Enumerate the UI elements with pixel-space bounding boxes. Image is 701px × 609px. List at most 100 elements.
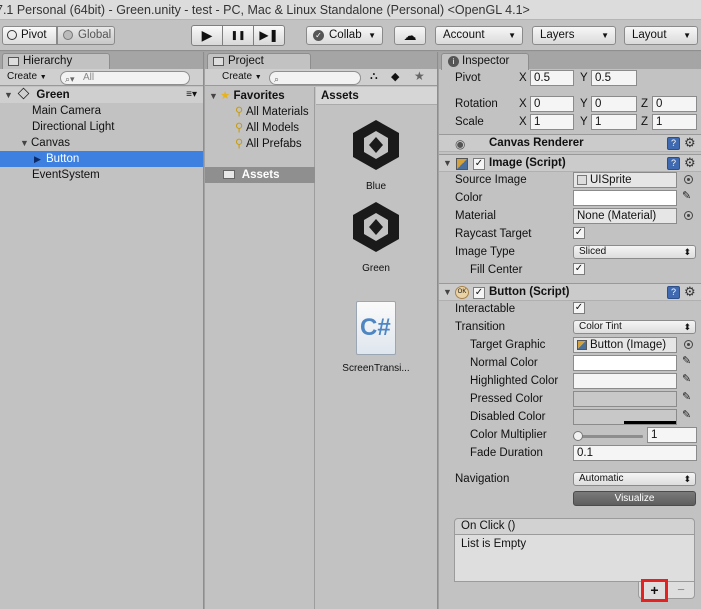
help-icon[interactable]: ? [667,137,680,150]
expand-triangle-icon[interactable]: ▼ [443,287,454,297]
image-enabled-checkbox[interactable]: ✓ [473,158,485,170]
scene-menu-icon[interactable]: ≡▾ [186,87,197,103]
list-item[interactable]: ⚲ All Prefabs [235,136,302,152]
layers-label: Layers [540,29,575,41]
material-field[interactable]: None (Material) [573,208,677,224]
tab-project[interactable]: Project [207,53,311,70]
visualize-button[interactable]: Visualize [573,491,696,506]
fill-center-checkbox[interactable]: ✓ [573,263,585,275]
pivot-icon [7,30,17,40]
step-button[interactable]: ▶❚ [253,25,285,46]
pause-button[interactable]: ❚❚ [222,25,254,46]
collab-dropdown[interactable]: ✓ Collab ▼ [306,26,383,45]
object-picker-icon[interactable] [684,211,693,220]
tab-hierarchy[interactable]: Hierarchy [2,53,110,70]
list-item[interactable]: ▼ Canvas [20,135,70,151]
filter-label-icon[interactable]: ◆ [391,70,399,83]
check-circle-icon: ✓ [313,30,324,41]
button-script-header[interactable]: ▼ OK ✓ Button (Script) ? ⚙ [439,283,701,301]
normal-color-swatch[interactable] [573,355,677,371]
add-listener-button[interactable]: + [641,579,668,602]
info-icon: i [448,56,459,67]
object-picker-icon[interactable] [684,340,693,349]
color-swatch[interactable] [573,190,677,206]
image-script-header[interactable]: ▼ ✓ Image (Script) ? ⚙ [439,154,701,172]
tab-inspector[interactable]: i Inspector [441,53,529,70]
eyedropper-icon[interactable]: ✎ [682,408,691,421]
project-create-button[interactable]: Create ▼ [217,71,269,84]
account-dropdown[interactable]: Account ▼ [435,26,523,45]
favorites-row[interactable]: ▼ ★ Favorites [209,88,285,104]
scene-row[interactable]: ▼ Green ≡▾ [0,87,203,103]
fade-duration-field[interactable]: 0.1 [573,445,697,461]
list-item[interactable]: ⚲ All Materials [235,104,309,120]
help-icon[interactable]: ? [667,286,680,299]
gear-icon[interactable]: ⚙ [684,155,696,171]
source-image-value: UISprite [590,174,632,186]
global-toggle-button[interactable]: Global [57,26,115,45]
target-graphic-field[interactable]: Button (Image) [573,337,677,353]
list-item[interactable]: Directional Light [32,119,114,135]
scale-z-field[interactable]: 1 [652,114,697,130]
remove-listener-button[interactable]: − [671,582,691,598]
assets-folder-row[interactable]: Assets [205,167,315,183]
color-multiplier-slider[interactable] [573,430,643,442]
source-image-field[interactable]: UISprite [573,172,677,188]
canvas-renderer-header[interactable]: ◉ Canvas Renderer ? ⚙ [439,134,701,152]
image-type-label: Image Type [455,246,515,258]
collapsed-triangle-icon[interactable]: ▶ [34,151,45,167]
asset-tile[interactable]: Blue [336,117,416,197]
expand-triangle-icon[interactable]: ▼ [20,135,31,151]
eyedropper-icon[interactable]: ✎ [682,372,691,385]
pivot-x-field[interactable]: 0.5 [530,70,574,86]
scale-x-field[interactable]: 1 [530,114,574,130]
image-type-dropdown[interactable]: Sliced ⬍ [573,245,696,259]
navigation-dropdown[interactable]: Automatic ⬍ [573,472,696,486]
expand-triangle-icon[interactable]: ▼ [443,158,454,168]
play-button[interactable]: ▶ [191,25,223,46]
object-picker-icon[interactable] [684,175,693,184]
list-item[interactable]: EventSystem [32,167,100,183]
pivot-toggle-button[interactable]: Pivot [2,26,57,45]
list-item[interactable]: ⚲ All Models [235,120,299,136]
gear-icon[interactable]: ⚙ [684,135,696,151]
list-item[interactable]: Main Camera [32,103,101,119]
hierarchy-tab-label: Hierarchy [23,55,73,67]
raycast-target-checkbox[interactable]: ✓ [573,227,585,239]
layout-dropdown[interactable]: Layout ▼ [624,26,698,45]
transition-dropdown[interactable]: Color Tint ⬍ [573,320,696,334]
eyedropper-icon[interactable]: ✎ [682,354,691,367]
favorite-star-icon[interactable]: ★ [414,69,425,83]
search-icon: ⌕▾ [65,74,75,84]
list-item-label: All Prefabs [246,138,302,150]
rotation-y-field[interactable]: 0 [591,96,637,112]
gear-icon[interactable]: ⚙ [684,284,696,300]
eyedropper-icon[interactable]: ✎ [682,390,691,403]
hierarchy-create-button[interactable]: Create ▼ [2,71,54,84]
project-search-input[interactable]: ⌕ [269,71,361,85]
scale-y-field[interactable]: 1 [591,114,637,130]
disabled-color-swatch[interactable] [573,409,677,425]
color-multiplier-field[interactable]: 1 [647,427,697,443]
cloud-button[interactable]: ☁ [394,26,426,45]
layers-dropdown[interactable]: Layers ▼ [532,26,616,45]
filter-type-icon[interactable]: ⛬ [370,70,378,83]
highlighted-color-swatch[interactable] [573,373,677,389]
pivot-y-field[interactable]: 0.5 [591,70,637,86]
list-item-selected[interactable]: ▶ Button [0,151,203,167]
asset-tile[interactable]: Green [336,199,416,279]
rotation-z-field[interactable]: 0 [652,96,697,112]
pressed-color-label: Pressed Color [470,393,543,405]
rotation-x-field[interactable]: 0 [530,96,574,112]
slider-thumb[interactable] [573,431,583,441]
fill-center-label: Fill Center [470,264,523,276]
create-caret-icon: ▼ [254,74,262,81]
hierarchy-search-input[interactable]: ⌕▾ All [60,71,190,85]
eyedropper-icon[interactable]: ✎ [682,189,691,202]
asset-tile[interactable]: C# ScreenTransi... [326,301,426,381]
button-enabled-checkbox[interactable]: ✓ [473,287,485,299]
interactable-checkbox[interactable]: ✓ [573,302,585,314]
help-icon[interactable]: ? [667,157,680,170]
pressed-color-swatch[interactable] [573,391,677,407]
rotation-label: Rotation [455,98,498,110]
